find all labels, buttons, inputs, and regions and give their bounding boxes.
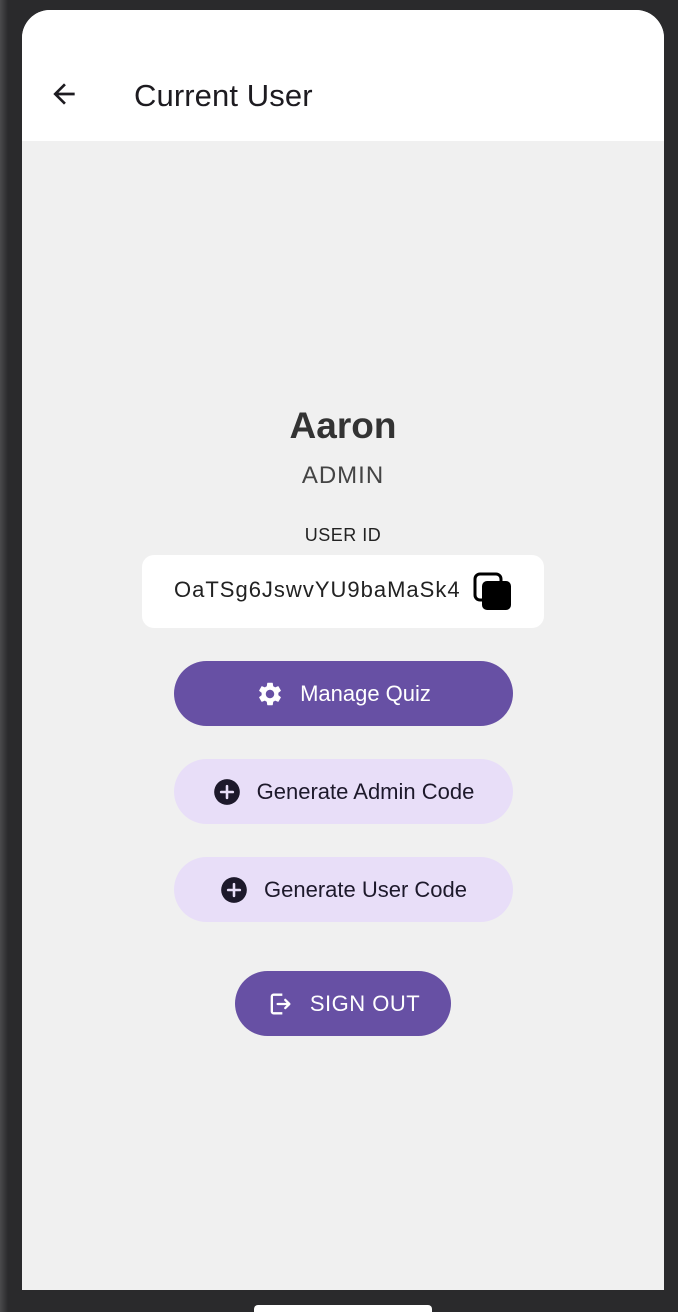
- profile-section: Aaron ADMIN: [22, 400, 664, 492]
- generate-admin-code-button[interactable]: Generate Admin Code: [174, 759, 513, 824]
- generate-admin-code-label: Generate Admin Code: [256, 778, 475, 804]
- user-id-value: OaTSg6JswvYU9baMaSk4: [174, 577, 461, 602]
- logout-icon: [266, 990, 294, 1018]
- generate-user-code-label: Generate User Code: [264, 876, 467, 902]
- user-name: Aaron: [289, 405, 397, 446]
- app-bar: Current User: [22, 10, 664, 141]
- manage-quiz-button[interactable]: Manage Quiz: [174, 661, 513, 726]
- home-indicator: [254, 1305, 432, 1312]
- back-button[interactable]: [40, 70, 88, 118]
- user-id-label: USER ID: [304, 525, 382, 545]
- page-title: Current User: [134, 78, 313, 113]
- copy-user-id-button[interactable]: [472, 571, 514, 613]
- sign-out-label: SIGN OUT: [309, 990, 421, 1016]
- arrow-back-icon: [53, 83, 75, 105]
- device-frame: Current User Aaron ADMIN USER ID OaTSg6J…: [0, 0, 678, 1312]
- device-edge: [0, 0, 8, 1312]
- app-screen: Current User Aaron ADMIN USER ID OaTSg6J…: [22, 10, 664, 1290]
- sign-out-button[interactable]: SIGN OUT: [235, 971, 451, 1036]
- add-circle-icon: [213, 778, 241, 806]
- user-role: ADMIN: [301, 462, 385, 489]
- user-id-box: OaTSg6JswvYU9baMaSk4: [142, 555, 544, 628]
- generate-user-code-button[interactable]: Generate User Code: [174, 857, 513, 922]
- copy-icon: [473, 572, 511, 610]
- manage-quiz-label: Manage Quiz: [300, 680, 431, 706]
- gear-icon: [256, 680, 284, 708]
- add-circle-icon: [220, 876, 248, 904]
